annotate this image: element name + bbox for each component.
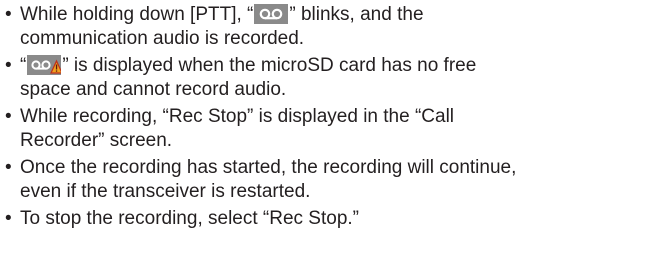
recording-warning-icon xyxy=(27,55,62,75)
note-text: To stop the recording, select “Rec Stop.… xyxy=(20,208,359,229)
note-item: • While recording, “Rec Stop” is display… xyxy=(4,105,649,153)
note-item: • “ ” is displayed when the microSD card … xyxy=(4,54,649,102)
note-text: “ xyxy=(20,55,27,76)
note-text: ” blinks, and the xyxy=(289,4,424,25)
note-text: While recording, “Rec Stop” is displayed… xyxy=(20,106,455,127)
note-item: • To stop the recording, select “Rec Sto… xyxy=(4,207,649,231)
note-text: communication audio is recorded. xyxy=(20,28,305,49)
note-text: space and cannot record audio. xyxy=(20,79,287,100)
note-text: Once the recording has started, the reco… xyxy=(20,157,517,178)
bullet: • xyxy=(5,55,12,76)
bullet: • xyxy=(5,106,12,127)
note-item: • While holding down [PTT], “ ” blinks, a… xyxy=(4,3,649,51)
note-text: ” is displayed when the microSD card has… xyxy=(62,55,477,76)
bullet: • xyxy=(5,157,12,178)
bullet: • xyxy=(5,4,12,25)
notes-list: • While holding down [PTT], “ ” blinks, a… xyxy=(4,3,649,234)
note-text: While holding down [PTT], “ xyxy=(20,4,254,25)
note-item: • Once the recording has started, the re… xyxy=(4,156,649,204)
bullet: • xyxy=(5,208,12,229)
note-text: Recorder” screen. xyxy=(20,130,173,151)
recording-icon xyxy=(254,4,289,24)
note-text: even if the transceiver is restarted. xyxy=(20,181,311,202)
